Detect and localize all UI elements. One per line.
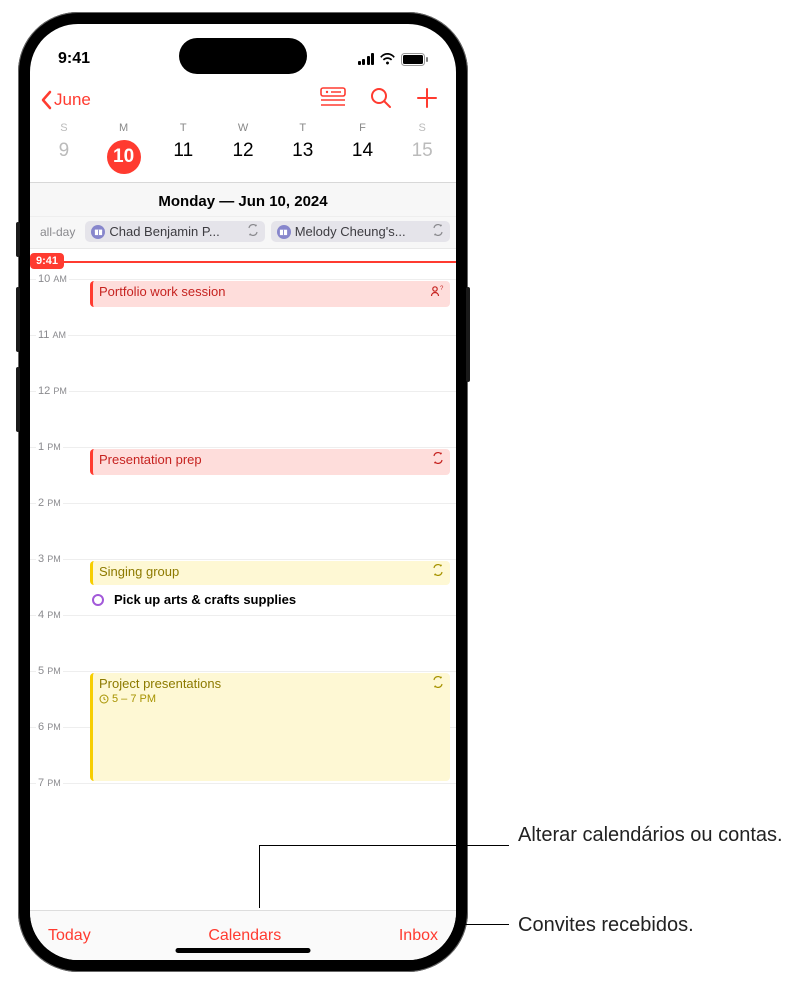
now-indicator xyxy=(30,261,456,263)
week-day[interactable]: F 14 xyxy=(333,122,393,182)
week-day[interactable]: T 11 xyxy=(153,122,213,182)
search-icon xyxy=(370,87,392,109)
allday-event[interactable]: Melody Cheung's... xyxy=(271,221,450,242)
annotation-inbox: Convites recebidos. xyxy=(518,912,694,938)
inbox-button[interactable]: Inbox xyxy=(399,927,438,945)
today-button[interactable]: Today xyxy=(48,927,91,945)
svg-text:?: ? xyxy=(440,286,444,292)
annotation-calendars: Alterar calendários ou contas. xyxy=(518,822,783,848)
day-title: Monday — Jun 10, 2024 xyxy=(30,183,456,217)
callout-line xyxy=(259,845,509,846)
wifi-icon xyxy=(379,53,396,65)
list-view-button[interactable] xyxy=(320,87,346,114)
repeat-icon xyxy=(247,224,259,239)
callout-line xyxy=(259,845,260,908)
event-presentation-prep[interactable]: Presentation prep xyxy=(90,449,450,475)
chevron-left-icon xyxy=(40,90,52,110)
add-button[interactable] xyxy=(416,87,438,114)
allday-row: all-day Chad Benjamin P... Melody Cheung… xyxy=(30,217,456,249)
home-indicator[interactable] xyxy=(176,948,311,953)
event-pickup[interactable]: Pick up arts & crafts supplies xyxy=(90,589,450,611)
back-button[interactable]: June xyxy=(40,90,91,110)
battery-icon xyxy=(401,53,428,66)
timeline[interactable]: 10 AM 11 AM 12 PM 1 PM 2 PM 3 PM 4 PM 5 … xyxy=(30,249,456,910)
plus-icon xyxy=(416,87,438,109)
week-day[interactable]: W 12 xyxy=(213,122,273,182)
cellular-icon xyxy=(358,53,375,65)
event-singing-group[interactable]: Singing group xyxy=(90,561,450,585)
back-label: June xyxy=(54,90,91,110)
week-day[interactable]: T 13 xyxy=(273,122,333,182)
list-view-icon xyxy=(320,87,346,107)
allday-event[interactable]: Chad Benjamin P... xyxy=(85,221,264,242)
search-button[interactable] xyxy=(370,87,392,114)
gift-icon xyxy=(91,225,105,239)
week-day[interactable]: S 15 xyxy=(392,122,452,182)
status-time: 9:41 xyxy=(58,50,90,68)
shared-icon: ? xyxy=(430,284,444,301)
callout-line xyxy=(456,924,509,925)
event-project-presentations[interactable]: Project presentations 5 – 7 PM xyxy=(90,673,450,781)
week-day[interactable]: S 9 xyxy=(34,122,94,182)
now-time-badge: 9:41 xyxy=(30,253,64,269)
repeat-icon xyxy=(432,564,444,579)
dynamic-island xyxy=(179,38,307,74)
week-day[interactable]: M 10 xyxy=(94,122,154,182)
repeat-icon xyxy=(432,676,444,691)
phone-frame: 9:41 June xyxy=(18,12,468,972)
clock-icon xyxy=(99,694,109,704)
allday-label: all-day xyxy=(40,225,75,239)
repeat-icon xyxy=(432,452,444,467)
week-header: S 9 M 10 T 11 W 12 T 13 F 14 xyxy=(30,122,456,183)
repeat-icon xyxy=(432,224,444,239)
nav-bar: June xyxy=(30,78,456,122)
calendars-button[interactable]: Calendars xyxy=(208,927,281,945)
circle-icon xyxy=(92,594,104,606)
screen: 9:41 June xyxy=(30,24,456,960)
event-portfolio[interactable]: Portfolio work session ? xyxy=(90,281,450,307)
gift-icon xyxy=(277,225,291,239)
